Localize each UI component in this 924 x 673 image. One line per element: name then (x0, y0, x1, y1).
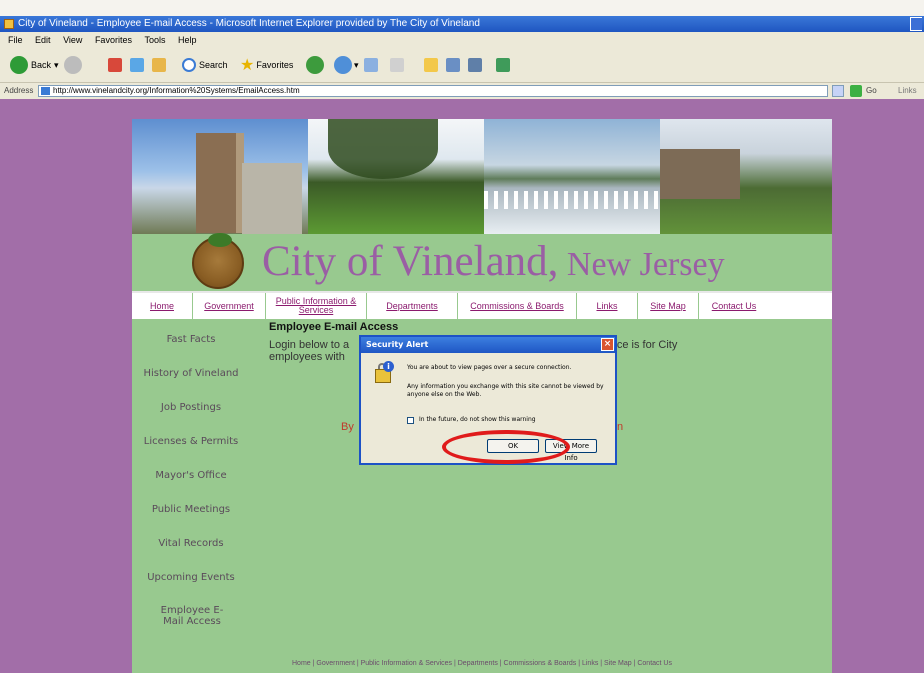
photo-park (308, 119, 484, 234)
history-icon (334, 56, 352, 74)
leftnav-licenses-permits[interactable]: Licenses & Permits (132, 424, 250, 458)
history-button[interactable]: ▾ (334, 54, 359, 76)
menu-tools[interactable]: Tools (144, 35, 165, 45)
leftnav-public-meetings[interactable]: Public Meetings (132, 492, 250, 526)
leftnav-fast-facts[interactable]: Fast Facts (132, 322, 250, 356)
toolbar: Back ▾ Search ★ Favorites ▾ (0, 48, 924, 83)
nav-home[interactable]: Home (132, 293, 193, 319)
close-icon[interactable]: × (601, 338, 614, 351)
research-icon (468, 58, 482, 72)
menu-edit[interactable]: Edit (35, 35, 51, 45)
menu-bar: File Edit View Favorites Tools Help (0, 32, 924, 48)
forward-arrow-icon (64, 56, 82, 74)
star-icon: ★ (240, 57, 255, 74)
dont-show-checkbox[interactable] (407, 417, 414, 424)
stop-button[interactable] (108, 54, 122, 76)
home-icon (152, 58, 166, 72)
links-button[interactable]: Links (898, 83, 917, 99)
leftnav-upcoming-events[interactable]: Upcoming Events (132, 560, 250, 594)
window-title: City of Vineland - Employee E-mail Acces… (18, 18, 480, 29)
nav-government[interactable]: Government (193, 293, 266, 319)
search-button[interactable]: Search (182, 54, 228, 76)
nav-departments[interactable]: Departments (367, 293, 458, 319)
address-input[interactable]: http://www.vinelandcity.org/Information%… (38, 85, 828, 97)
photo-lake (484, 119, 660, 234)
nav-site-map[interactable]: Site Map (638, 293, 699, 319)
menu-view[interactable]: View (63, 35, 82, 45)
annotation-circle (442, 430, 570, 464)
back-button[interactable]: Back ▾ (10, 54, 59, 76)
mail-button[interactable] (364, 54, 378, 76)
red-text-left: By (341, 421, 354, 433)
nav-commissions-boards[interactable]: Commissions & Boards (458, 293, 577, 319)
leftnav-history[interactable]: History of Vineland (132, 356, 250, 390)
go-arrow-icon[interactable] (850, 85, 862, 97)
research-button[interactable] (468, 54, 482, 76)
refresh-icon (130, 58, 144, 72)
tools-icon (496, 58, 510, 72)
mail-icon (364, 58, 378, 72)
address-bar: Address http://www.vinelandcity.org/Info… (0, 83, 924, 99)
red-text-right: n (617, 421, 624, 433)
dialog-message-2: Any information you exchange with this s… (407, 383, 604, 398)
print-button[interactable] (390, 54, 404, 76)
lock-icon: i (375, 361, 394, 383)
back-arrow-icon (10, 56, 28, 74)
messenger-button[interactable] (446, 54, 460, 76)
tools-button[interactable] (496, 54, 510, 76)
nav-contact-us[interactable]: Contact Us (699, 293, 769, 319)
photo-city-building (132, 119, 308, 234)
leftnav-job-postings[interactable]: Job Postings (132, 390, 250, 424)
dialog-title: Security Alert (366, 340, 429, 349)
site-title: City of Vineland, New Jersey (262, 238, 725, 285)
folder-button[interactable] (424, 54, 438, 76)
city-seal-logo (192, 233, 244, 289)
page-icon (41, 87, 50, 95)
nav-public-information[interactable]: Public Information & Services (266, 293, 367, 319)
chevron-down-icon: ▾ (54, 59, 59, 70)
home-button[interactable] (152, 54, 166, 76)
leftnav-vital-records[interactable]: Vital Records (132, 526, 250, 560)
address-dropdown-icon[interactable] (832, 85, 844, 97)
dialog-titlebar: Security Alert × (361, 337, 615, 353)
media-icon (306, 56, 324, 74)
leftnav-employee-email[interactable]: Employee E-Mail Access (152, 594, 232, 638)
photo-houses (660, 119, 832, 234)
media-button[interactable] (306, 54, 324, 76)
top-strip (0, 0, 924, 16)
title-banner: City of Vineland, New Jersey (132, 233, 832, 290)
left-nav: Fast Facts History of Vineland Job Posti… (132, 322, 250, 638)
chevron-down-icon: ▾ (354, 59, 359, 70)
refresh-button[interactable] (130, 54, 144, 76)
footer-links[interactable]: Home | Government | Public Information &… (132, 660, 832, 667)
dialog-message-1: You are about to view pages over a secur… (407, 364, 572, 371)
ie-icon (4, 19, 14, 29)
menu-file[interactable]: File (8, 35, 23, 45)
leftnav-mayors-office[interactable]: Mayor's Office (132, 458, 250, 492)
page-heading: Employee E-mail Access (269, 321, 399, 333)
go-button[interactable]: Go (866, 83, 877, 99)
nav-links[interactable]: Links (577, 293, 638, 319)
menu-help[interactable]: Help (178, 35, 197, 45)
messenger-icon (446, 58, 460, 72)
window-titlebar: City of Vineland - Employee E-mail Acces… (0, 16, 924, 32)
menu-favorites[interactable]: Favorites (95, 35, 132, 45)
window-control-icon[interactable] (910, 17, 922, 31)
forward-button[interactable] (64, 54, 82, 76)
dont-show-label: In the future, do not show this warning (419, 416, 536, 423)
stop-icon (108, 58, 122, 72)
header-photos (132, 119, 832, 234)
top-nav: Home Government Public Information & Ser… (132, 291, 832, 319)
address-label: Address (4, 86, 34, 95)
search-icon (182, 58, 196, 72)
favorites-button[interactable]: ★ Favorites (240, 54, 293, 76)
print-icon (390, 58, 404, 72)
folder-icon (424, 58, 438, 72)
